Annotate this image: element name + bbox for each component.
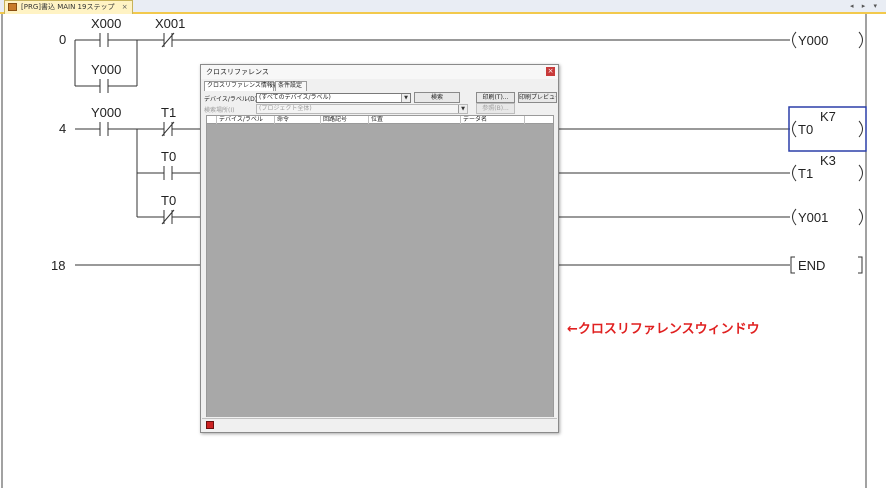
coil-y001[interactable]: Y001 [798, 210, 828, 225]
column-head-position[interactable]: 位置 [369, 116, 461, 124]
status-icon [206, 421, 214, 429]
document-tab-main[interactable]: [PRG]書込 MAIN 19ステップ × [4, 0, 133, 14]
step-number-4: 4 [59, 121, 66, 136]
end-instruction[interactable]: END [798, 258, 825, 273]
coil-t1[interactable]: T1 [798, 166, 813, 181]
print-preview-button[interactable]: 印刷プレビュー [518, 92, 557, 103]
print-button[interactable]: 印刷(T)... [476, 92, 515, 103]
contact-t1[interactable]: T1 [161, 105, 176, 120]
constant-k3: K3 [820, 153, 836, 168]
search-button[interactable]: 検索 [414, 92, 460, 103]
contact-x000[interactable]: X000 [91, 16, 121, 31]
step-number-0: 0 [59, 32, 66, 47]
window-title: クロスリファレンス [206, 68, 269, 76]
status-bar [202, 418, 557, 431]
document-tab-label: [PRG]書込 MAIN 19ステップ [21, 3, 115, 11]
tab-condition-settings[interactable]: 条件設定 [275, 81, 307, 91]
search-location-caption: 検索場所(I) [204, 107, 235, 114]
search-location-value: (プロジェクト全体) [259, 105, 312, 112]
search-location-combobox[interactable]: (プロジェクト全体) ▼ [256, 104, 468, 114]
contact-t0-no[interactable]: T0 [161, 149, 176, 164]
tab-cross-reference-info[interactable]: クロスリファレンス情報表示 [204, 81, 285, 91]
coil-y000[interactable]: Y000 [798, 33, 828, 48]
close-icon[interactable]: × [546, 67, 555, 76]
column-head-instruction[interactable]: 命令 [275, 116, 321, 124]
tab-scroll-arrows[interactable]: ◂ ▸ ▾ [850, 0, 880, 13]
window-title-bar[interactable]: クロスリファレンス × [201, 65, 558, 79]
device-label-combobox[interactable]: (すべてのデバイス/ラベル) ▼ [256, 93, 411, 103]
column-head-data-name[interactable]: データ名 [461, 116, 525, 124]
contact-t0-nc[interactable]: T0 [161, 193, 176, 208]
result-list-header: デバイス/ラベル 命令 回路記号 位置 データ名 [206, 115, 554, 124]
device-label-caption: デバイス/ラベル(D) [204, 96, 258, 103]
constant-k7: K7 [820, 109, 836, 124]
coil-t0[interactable]: T0 [798, 122, 813, 137]
program-file-icon [8, 3, 17, 11]
cross-reference-window[interactable]: クロスリファレンス × クロスリファレンス情報表示 条件設定 デバイス/ラベル(… [200, 64, 559, 433]
browse-button[interactable]: 参照(B)... [476, 103, 515, 114]
column-head-blank [207, 116, 217, 124]
document-tab-bar: [PRG]書込 MAIN 19ステップ × ◂ ▸ ▾ [0, 0, 886, 14]
chevron-down-icon[interactable]: ▼ [458, 105, 467, 113]
step-number-18: 18 [51, 258, 65, 273]
device-label-value: (すべてのデバイス/ラベル) [259, 94, 331, 101]
chevron-down-icon[interactable]: ▼ [401, 94, 410, 102]
result-list-body[interactable] [206, 124, 554, 417]
close-icon[interactable]: × [122, 3, 128, 11]
column-head-device-label[interactable]: デバイス/ラベル [217, 116, 275, 124]
cross-reference-annotation: ←クロスリファレンスウィンドウ [567, 322, 760, 337]
contact-x001[interactable]: X001 [155, 16, 185, 31]
column-head-circuit-symbol[interactable]: 回路記号 [321, 116, 369, 124]
contact-y000-branch[interactable]: Y000 [91, 62, 121, 77]
contact-y000-selfhold[interactable]: Y000 [91, 105, 121, 120]
